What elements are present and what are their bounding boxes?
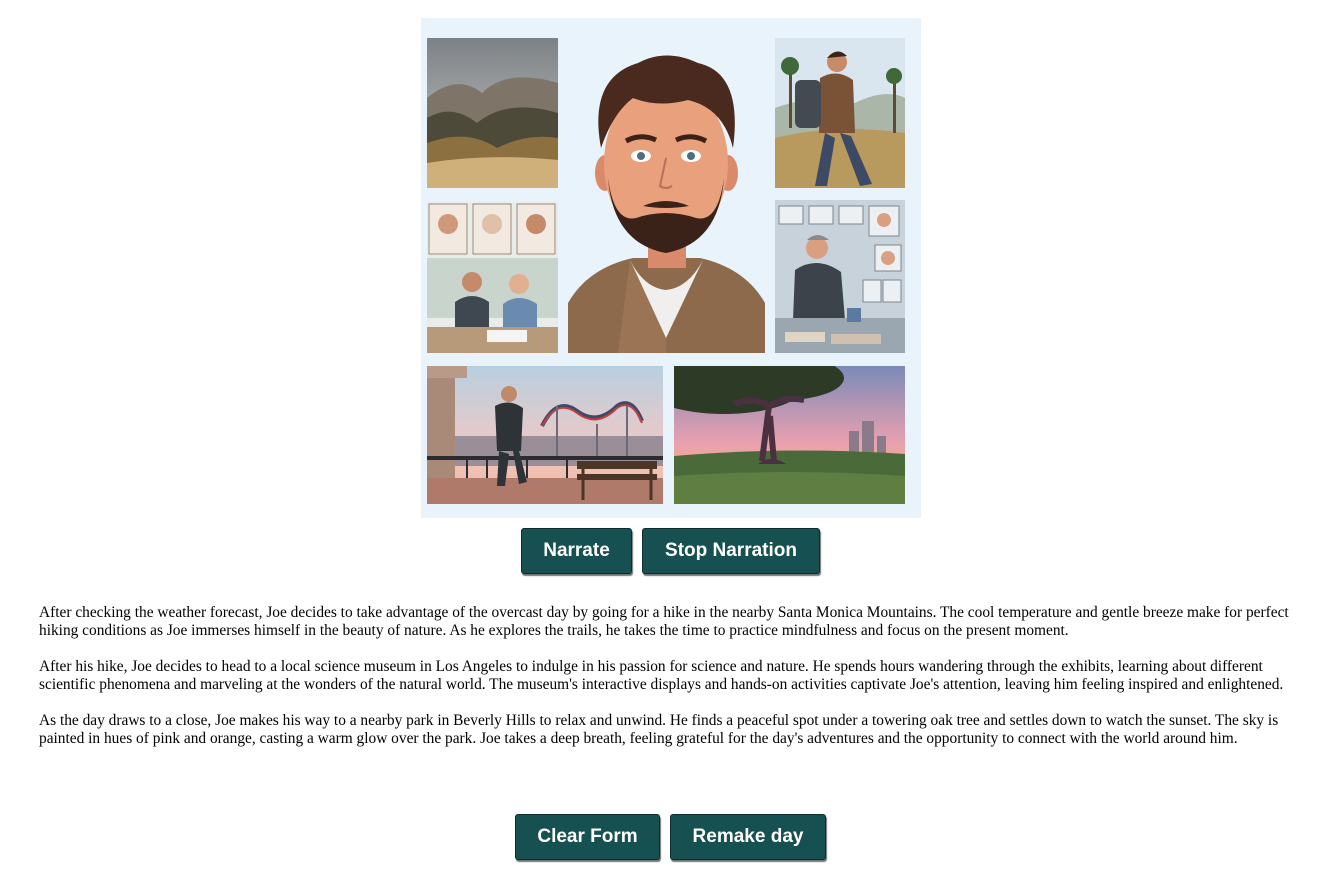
narrate-button[interactable]: Narrate <box>521 528 632 574</box>
story-text: After checking the weather forecast, Joe… <box>39 604 1301 766</box>
story-paragraph-park: As the day draws to a close, Joe makes h… <box>39 712 1279 747</box>
oak-tree-sunset-image <box>674 366 905 504</box>
misty-mountains-image <box>427 38 558 188</box>
hiking-joe-image <box>775 38 905 188</box>
story-paragraph-museum: After his hike, Joe decides to head to a… <box>39 658 1284 693</box>
science-lab-image <box>775 200 905 353</box>
joe-portrait-image <box>568 38 765 353</box>
story-paragraph-hike: After checking the weather forecast, Joe… <box>39 604 1289 639</box>
clear-form-button[interactable]: Clear Form <box>515 814 660 860</box>
day-collage-image <box>421 18 921 518</box>
stop-narration-button[interactable]: Stop Narration <box>642 528 820 574</box>
museum-meeting-image <box>427 202 558 353</box>
rollercoaster-view-image <box>427 366 663 504</box>
remake-day-button[interactable]: Remake day <box>670 814 826 860</box>
